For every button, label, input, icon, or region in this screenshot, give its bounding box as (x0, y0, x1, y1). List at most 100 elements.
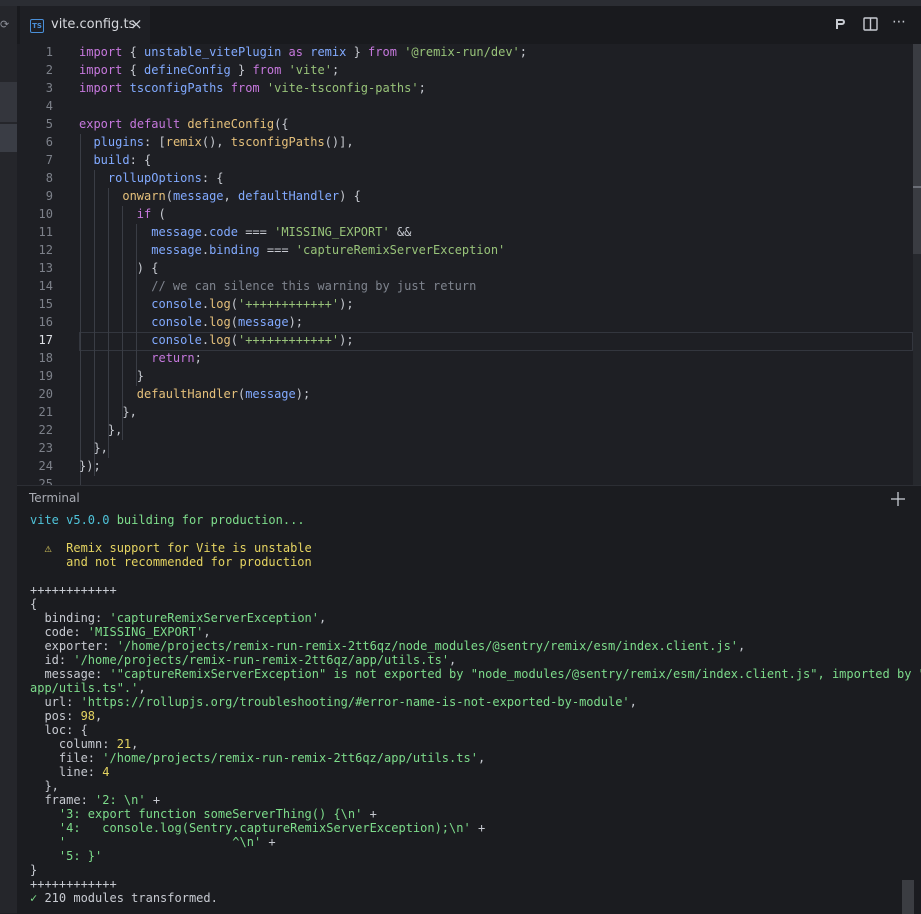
terminal-line: column: 21, (30, 737, 139, 751)
terminal-token: 98 (80, 709, 96, 723)
terminal-line: id: '/home/projects/remix-run-remix-2tt6… (30, 653, 456, 667)
code-line[interactable]: 13 ) { (17, 259, 913, 277)
code-line[interactable]: 15 console.log('++++++++++++'); (17, 295, 913, 313)
code-line[interactable]: 7 build: { (17, 151, 913, 169)
code-line[interactable]: 20 defaultHandler(message); (17, 385, 913, 403)
activity-item[interactable] (0, 82, 17, 122)
code-text: return; (79, 349, 202, 367)
tab-vite-config[interactable]: TS vite.config.ts × (20, 6, 150, 45)
code-token: message (172, 189, 224, 203)
code-line[interactable]: 3 import tsconfigPaths from 'vite-tsconfi… (17, 79, 913, 97)
code-line[interactable]: 12 message.binding === 'captureRemixServ… (17, 241, 913, 259)
terminal-token: binding: (30, 611, 110, 625)
code-line[interactable]: 23 }, (17, 439, 913, 457)
line-number: 16 (38, 315, 53, 329)
code-line[interactable]: 10 if ( (17, 205, 913, 223)
code-token: : { (201, 171, 224, 185)
code-token: '++++++++++++' (237, 297, 340, 311)
terminal-line: url: 'https://rollupjs.org/troubleshooti… (30, 695, 636, 709)
code-line[interactable]: 5 export default defineConfig({ (17, 115, 913, 133)
terminal-token: { (30, 597, 38, 611)
line-number: 1 (45, 45, 53, 59)
code-line[interactable]: 22 }, (17, 421, 913, 439)
code-token: log (209, 333, 231, 347)
code-text: message.binding === 'captureRemixServerE… (79, 241, 505, 259)
terminal-token: building for production... (116, 513, 305, 527)
code-token: ; (194, 351, 202, 365)
code-token: ({ (274, 117, 289, 131)
code-line[interactable]: 2 import { defineConfig } from 'vite'; (17, 61, 913, 79)
code-text: console.log(message); (79, 313, 303, 331)
code-line[interactable]: 19 } (17, 367, 913, 385)
close-icon[interactable]: × (130, 15, 143, 33)
activity-item-selected[interactable] (0, 124, 17, 152)
code-text: import { unstable_vitePlugin as remix } … (79, 44, 527, 61)
terminal-token: vite v5.0.0 (30, 513, 117, 527)
code-line[interactable]: 18 return; (17, 349, 913, 367)
code-line[interactable]: 24}); (17, 457, 913, 475)
terminal-line: file: '/home/projects/remix-run-remix-2t… (30, 751, 485, 765)
code-line[interactable]: 4 (17, 97, 913, 115)
terminal-token: , (738, 639, 746, 653)
terminal-token: 'captureRemixServerException' (109, 611, 319, 625)
terminal-scrollbar-thumb[interactable] (902, 880, 914, 914)
terminal-token: 210 modules transformed. (37, 891, 218, 905)
terminal-panel[interactable]: Terminal vite v5.0.0 building for produc… (17, 485, 921, 914)
terminal-token: 4 (102, 765, 110, 779)
source-control-icon[interactable]: ⟳ (0, 18, 9, 32)
terminal-token: }, (30, 779, 59, 793)
code-token: remix (310, 45, 347, 59)
code-token: if (136, 207, 152, 221)
code-token: defaultHandler (136, 387, 238, 401)
code-line[interactable]: 1 import { unstable_vitePlugin as remix }… (17, 44, 913, 61)
code-line[interactable]: 11 message.code === 'MISSING_EXPORT' && (17, 223, 913, 241)
code-token: : [ (144, 135, 166, 149)
split-editor-icon[interactable] (863, 17, 878, 31)
code-token: { (122, 63, 145, 77)
line-number: 19 (38, 369, 53, 383)
run-icon[interactable] (833, 17, 847, 31)
code-token: ); (288, 315, 304, 329)
line-number: 21 (38, 405, 53, 419)
code-line[interactable]: 17 console.log('++++++++++++'); (17, 331, 913, 349)
code-token: ( (230, 315, 238, 329)
code-line[interactable]: 9 onwarn(message, defaultHandler) { (17, 187, 913, 205)
code-line[interactable]: 14 // we can silence this warning by jus… (17, 277, 913, 295)
code-token: as (281, 45, 311, 59)
code-token: log (209, 297, 231, 311)
terminal-token: ++++++++++++ (30, 877, 117, 891)
terminal-token: , (319, 611, 327, 625)
terminal-token: 'MISSING_EXPORT' (87, 625, 204, 639)
code-text: ) { (79, 259, 159, 277)
editor-scrollbar[interactable] (913, 44, 921, 485)
terminal-token: , (203, 625, 211, 639)
terminal-token: , (138, 681, 146, 695)
code-line[interactable]: 16 console.log(message); (17, 313, 913, 331)
line-number: 3 (45, 81, 53, 95)
more-actions-icon[interactable]: ⋯ (892, 14, 906, 30)
terminal-token: , (95, 709, 103, 723)
plus-icon[interactable] (891, 492, 905, 506)
terminal-line: line: 4 (30, 765, 110, 779)
code-line[interactable]: 6 plugins: [remix(), tsconfigPaths()], (17, 133, 913, 151)
code-token: message (237, 315, 289, 329)
code-line[interactable]: 25 (17, 475, 913, 485)
terminal-token: '"captureRemixServerException" is not ex… (109, 667, 921, 681)
code-token: import (79, 63, 123, 77)
code-line[interactable]: 8 rollupOptions: { (17, 169, 913, 187)
code-text: console.log('++++++++++++'); (79, 331, 353, 349)
terminal-line: frame: '2: \n' + (30, 793, 160, 807)
line-number: 18 (38, 351, 53, 365)
code-token: }, (79, 441, 108, 455)
terminal-token: ' ^\n' (58, 835, 262, 849)
code-editor[interactable]: 1 import { unstable_vitePlugin as remix }… (17, 44, 913, 485)
code-line[interactable]: 21 }, (17, 403, 913, 421)
scrollbar-thumb[interactable] (913, 44, 921, 254)
line-number: 13 (38, 261, 53, 275)
code-text: }, (79, 421, 122, 439)
code-token: plugins (93, 135, 145, 149)
